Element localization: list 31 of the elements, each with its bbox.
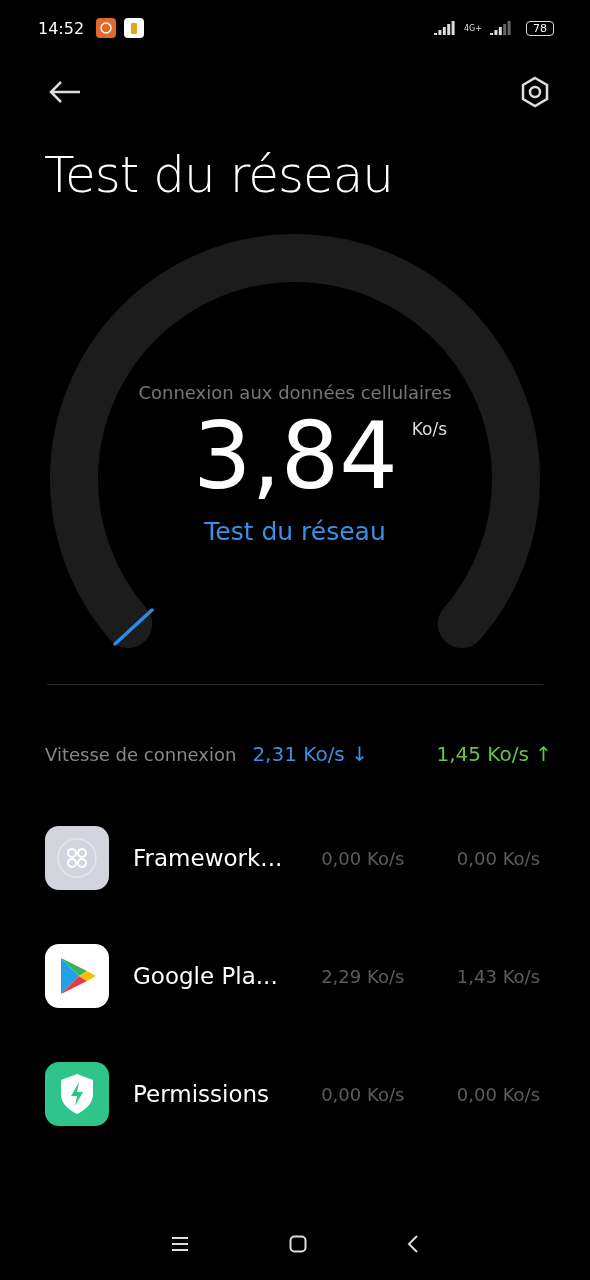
play-store-icon	[45, 944, 109, 1008]
test-link[interactable]: Test du réseau	[204, 517, 386, 546]
back-button[interactable]	[48, 80, 82, 104]
app-download: 0,00 Ko/s	[320, 847, 405, 869]
page-title: Test du réseau	[44, 146, 395, 204]
app-upload: 0,00 Ko/s	[455, 1083, 540, 1105]
app-download: 0,00 Ko/s	[320, 1083, 405, 1105]
signal-icon	[434, 21, 456, 35]
app-name: Framework...	[133, 845, 284, 871]
gauge-caption: Connexion aux données cellulaires	[138, 382, 452, 403]
speed-label: Vitesse de connexion	[45, 743, 237, 765]
app-download: 2,29 Ko/s	[320, 965, 405, 987]
signal-icon	[490, 21, 512, 35]
upload-speed: 1,45 Ko/s ↑	[436, 742, 552, 766]
gauge-needle	[113, 608, 154, 646]
speed-unit: Ko/s	[411, 419, 448, 439]
app-upload: 0,00 Ko/s	[455, 847, 540, 869]
back-nav-button[interactable]	[407, 1235, 419, 1253]
app-name: Google Pla...	[133, 963, 279, 989]
speed-value: 3,84	[192, 407, 398, 507]
download-speed: 2,31 Ko/s ↓	[252, 742, 368, 766]
menu-button[interactable]	[171, 1236, 189, 1252]
app-upload: 1,43 Ko/s	[455, 965, 540, 987]
shield-icon	[45, 1062, 109, 1126]
home-button[interactable]	[289, 1235, 307, 1253]
battery-level: 78	[526, 20, 554, 36]
settings-button[interactable]	[520, 76, 550, 108]
app-name: Permissions	[133, 1081, 271, 1107]
app-grid-icon	[45, 826, 109, 890]
network-type: 4G+	[464, 23, 482, 33]
status-time: 14:52	[38, 18, 85, 38]
